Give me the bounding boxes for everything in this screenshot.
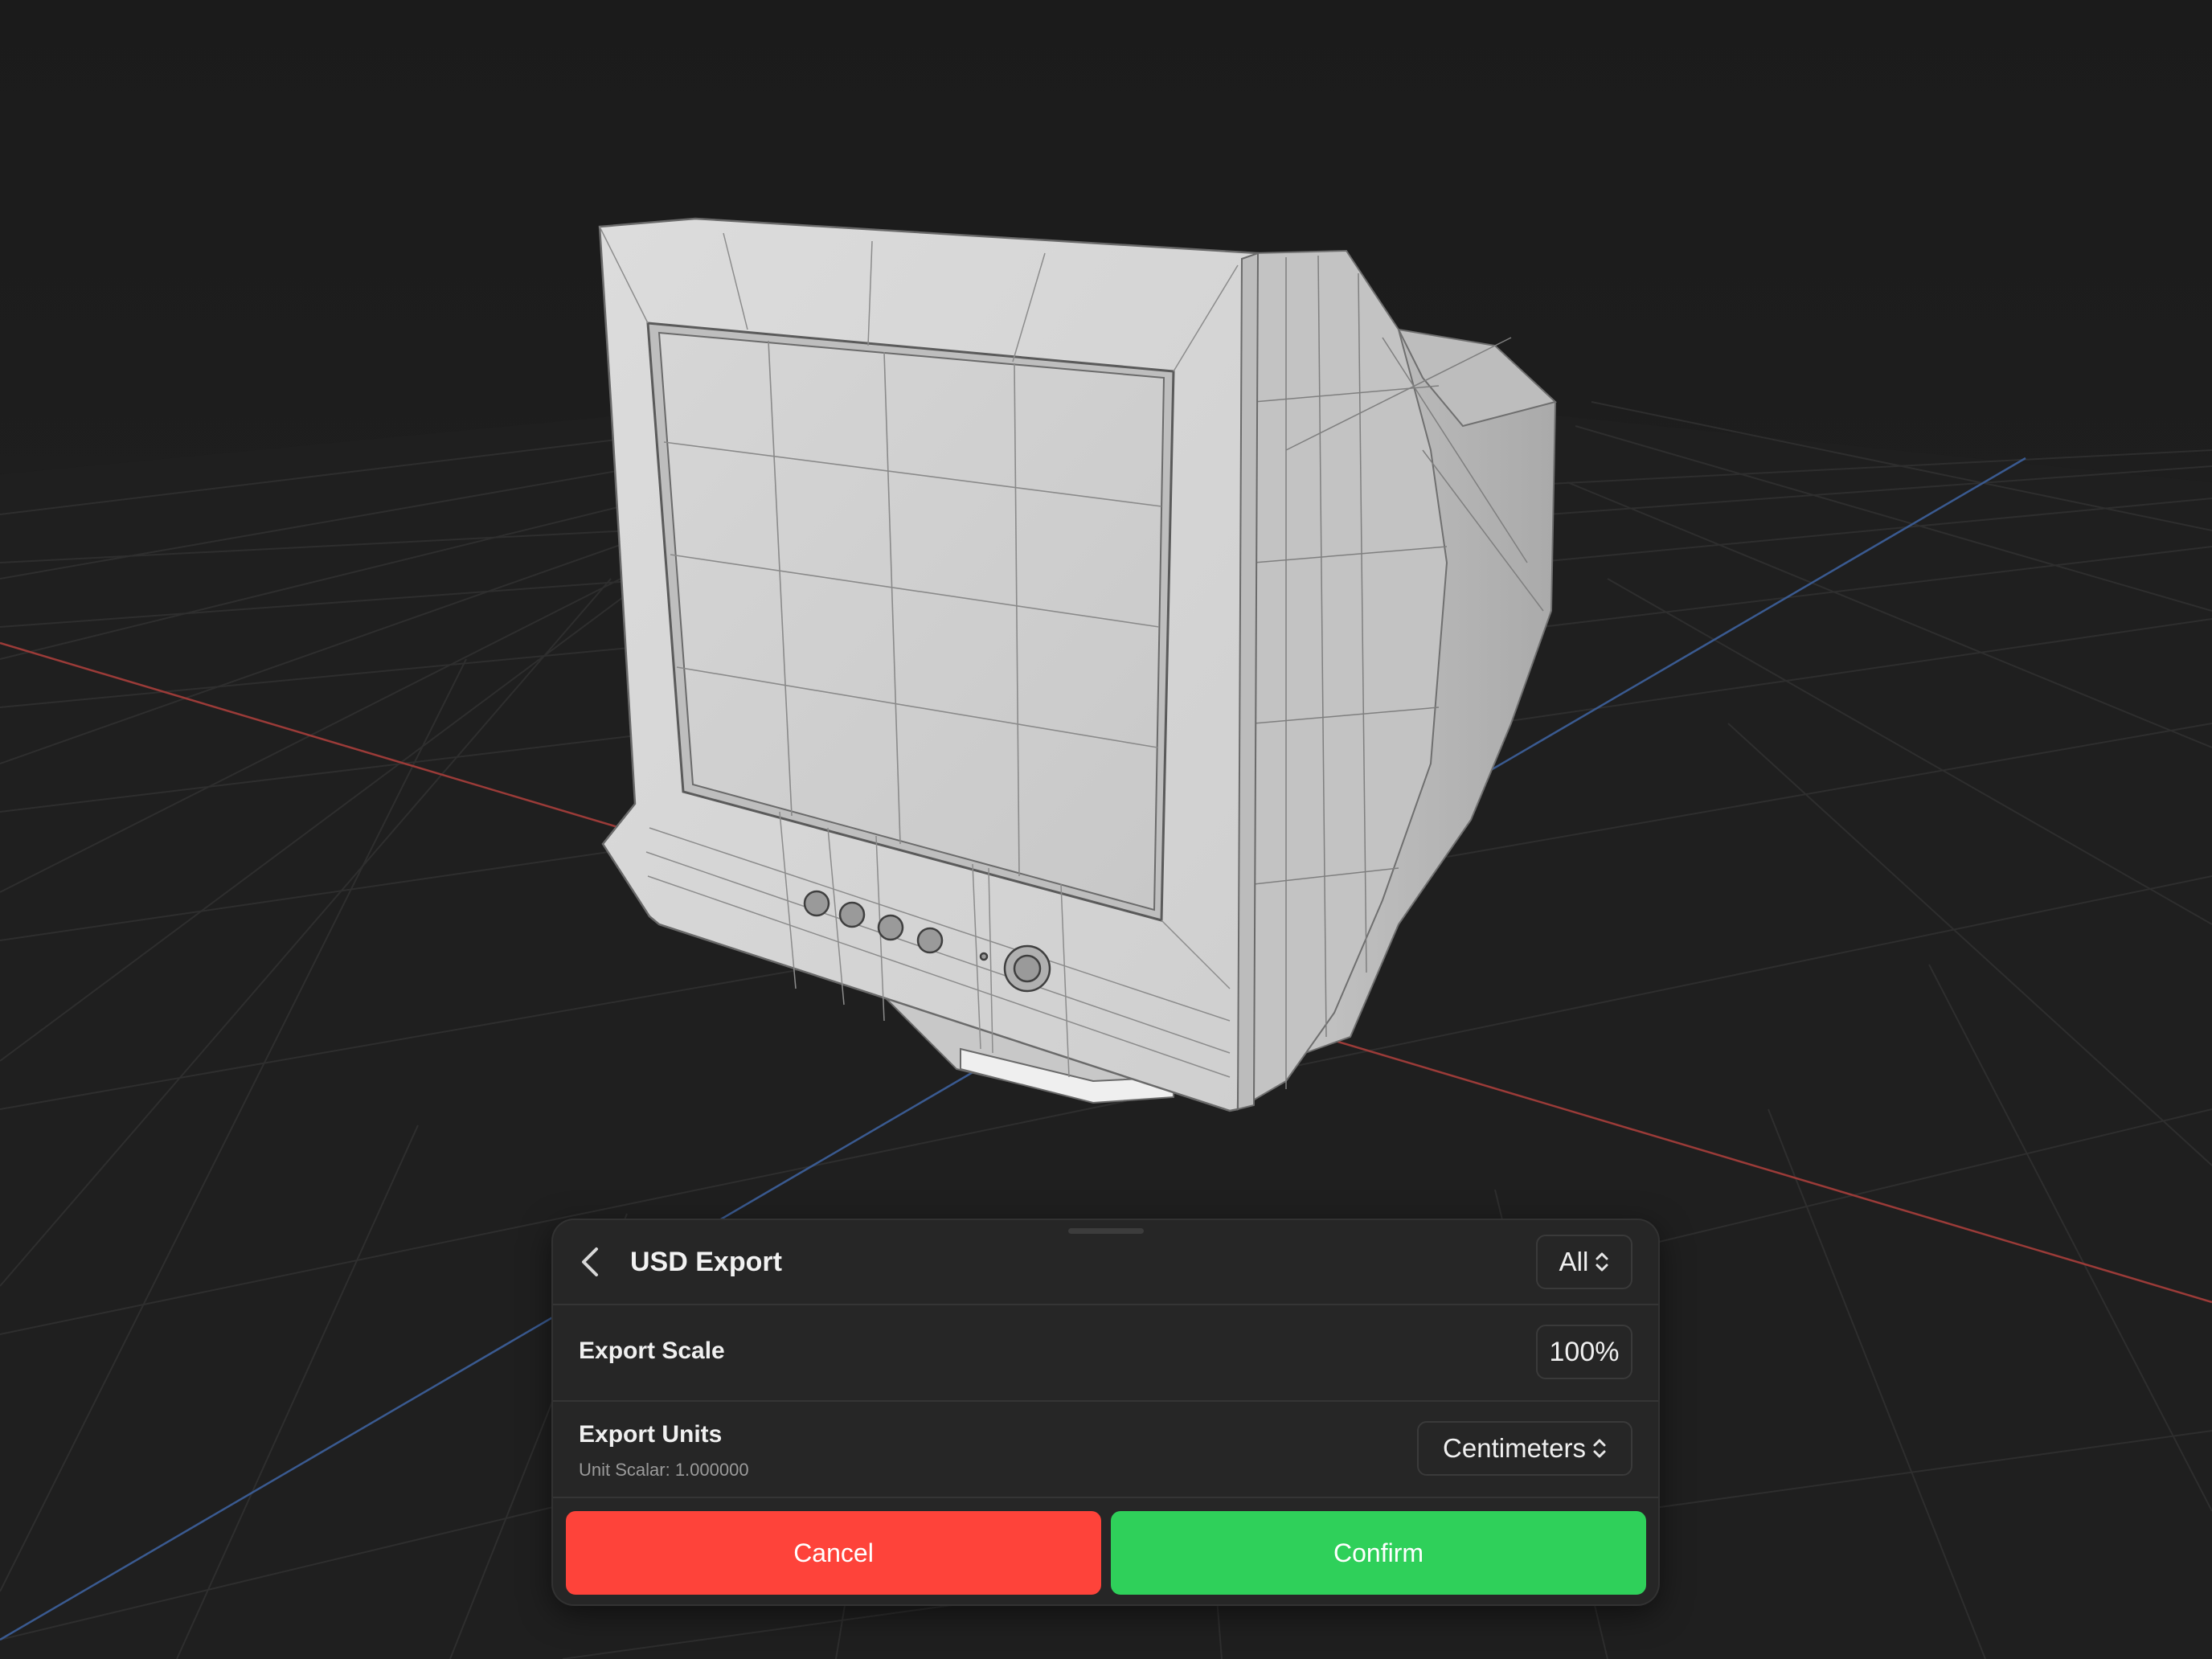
usd-export-sheet: USD Export All Export Scale 100% Export … <box>553 1220 1658 1604</box>
export-scale-value: 100% <box>1549 1336 1620 1367</box>
filter-select[interactable]: All <box>1536 1235 1632 1289</box>
chevron-left-icon <box>582 1247 598 1276</box>
export-scale-row: Export Scale 100% <box>553 1305 1658 1402</box>
confirm-button[interactable]: Confirm <box>1111 1511 1646 1595</box>
up-down-chevron-icon <box>1593 1439 1606 1458</box>
cancel-button[interactable]: Cancel <box>566 1511 1101 1595</box>
export-units-value: Centimeters <box>1443 1433 1586 1463</box>
back-button[interactable] <box>572 1244 608 1280</box>
filter-select-value: All <box>1559 1247 1589 1276</box>
export-units-select[interactable]: Centimeters <box>1417 1421 1632 1476</box>
unit-scalar-caption: Unit Scalar: 1.000000 <box>579 1460 749 1480</box>
up-down-chevron-icon <box>1596 1252 1608 1272</box>
3d-viewport[interactable]: USD Export All Export Scale 100% Export … <box>0 0 2212 1659</box>
sheet-title: USD Export <box>630 1247 782 1277</box>
export-scale-label: Export Scale <box>579 1337 725 1364</box>
export-units-label: Export Units <box>579 1421 723 1448</box>
sheet-header: USD Export All <box>553 1220 1658 1305</box>
export-units-row: Export Units Unit Scalar: 1.000000 Centi… <box>553 1402 1658 1498</box>
export-scale-field[interactable]: 100% <box>1536 1325 1632 1379</box>
